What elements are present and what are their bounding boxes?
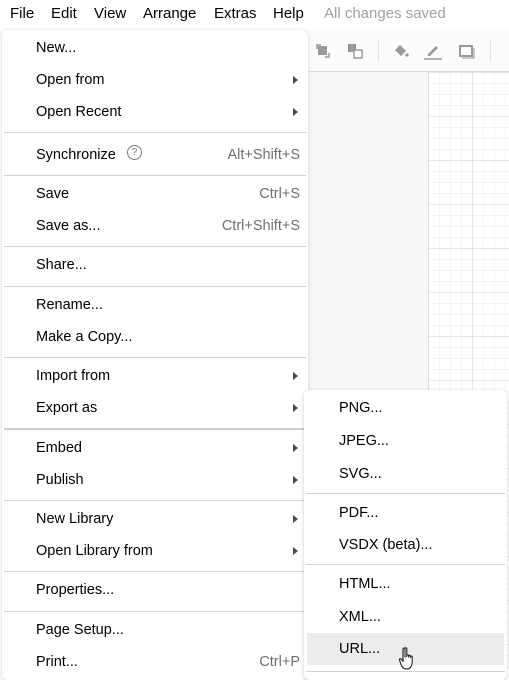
help-icon[interactable]: ? — [127, 145, 142, 160]
export-item-xml[interactable]: XML... — [304, 601, 507, 633]
toolbar-separator — [378, 40, 379, 62]
menu-shortcut: Alt+Shift+S — [227, 147, 300, 163]
submenu-arrow-icon — [293, 108, 298, 116]
line-color-icon[interactable] — [424, 42, 446, 60]
menu-item-new[interactable]: New... — [2, 32, 308, 64]
submenu-arrow-icon — [293, 76, 298, 84]
menu-item-label: Share... — [36, 257, 87, 273]
menu-item-synchronize[interactable]: Synchronize? Alt+Shift+S — [2, 139, 308, 171]
submenu-arrow-icon — [293, 476, 298, 484]
menu-item-label: PDF... — [339, 505, 379, 521]
menu-item-embed[interactable]: Embed — [2, 432, 308, 464]
submenu-arrow-icon — [293, 372, 298, 380]
menu-item-label: Print... — [36, 654, 78, 670]
menu-shortcut: Ctrl+P — [259, 654, 300, 670]
menubar: File Edit View Arrange Extras Help All c… — [0, 0, 509, 28]
save-status: All changes saved — [324, 5, 446, 22]
export-item-jpeg[interactable]: JPEG... — [304, 425, 507, 457]
menu-item-label: URL... — [339, 641, 381, 657]
menu-item-page-setup[interactable]: Page Setup... — [2, 614, 308, 646]
file-menu: New... Open from Open Recent Synchronize… — [2, 30, 308, 680]
menu-separator — [306, 493, 505, 494]
submenu-arrow-icon — [293, 547, 298, 555]
menu-item-label: Import from — [36, 368, 111, 384]
menu-item-save-as[interactable]: Save as... Ctrl+Shift+S — [2, 210, 308, 242]
menu-separator — [4, 246, 306, 247]
menu-item-label: Publish — [36, 472, 84, 488]
export-item-pdf[interactable]: PDF... — [304, 497, 507, 529]
menu-item-label: New... — [36, 40, 77, 56]
menu-separator — [4, 132, 306, 133]
menu-item-label: Open Recent — [36, 104, 122, 120]
menu-arrange[interactable]: Arrange — [143, 5, 196, 22]
menu-item-label: Properties... — [36, 582, 115, 598]
export-submenu: PNG... JPEG... SVG... PDF... VSDX (beta)… — [304, 390, 507, 680]
to-front-icon[interactable] — [314, 42, 332, 60]
toolbar-separator — [490, 40, 491, 62]
menu-item-label: SVG... — [339, 466, 382, 482]
export-item-svg[interactable]: SVG... — [304, 458, 507, 490]
to-back-icon[interactable] — [346, 42, 364, 60]
toolbar — [300, 30, 509, 72]
menu-item-rename[interactable]: Rename... — [2, 289, 308, 321]
menu-item-label: XML... — [339, 609, 381, 625]
menu-item-label: Synchronize — [36, 147, 116, 163]
menu-item-print[interactable]: Print... Ctrl+P — [2, 646, 308, 678]
menu-item-label: Open Library from — [36, 543, 153, 559]
menu-item-label: HTML... — [339, 576, 391, 592]
menu-view[interactable]: View — [94, 5, 126, 22]
fill-color-icon[interactable] — [392, 42, 410, 60]
menu-separator — [4, 428, 306, 430]
export-item-png[interactable]: PNG... — [304, 392, 507, 424]
menu-separator — [4, 571, 306, 572]
menu-separator — [4, 357, 306, 358]
submenu-arrow-icon — [293, 444, 298, 452]
menu-separator — [4, 286, 306, 287]
menu-item-label: Rename... — [36, 297, 103, 313]
menu-item-open-from[interactable]: Open from — [2, 64, 308, 96]
menu-item-open-library-from[interactable]: Open Library from — [2, 535, 308, 567]
menu-item-label: Page Setup... — [36, 622, 124, 638]
menu-item-open-recent[interactable]: Open Recent — [2, 96, 308, 128]
menu-item-export-as[interactable]: Export as — [2, 392, 308, 424]
menu-separator — [306, 564, 505, 565]
menu-item-new-library[interactable]: New Library — [2, 503, 308, 535]
menu-item-label: VSDX (beta)... — [339, 537, 433, 553]
menu-item-label: Embed — [36, 440, 82, 456]
menu-edit[interactable]: Edit — [51, 5, 77, 22]
menu-item-label: Save as... — [36, 218, 101, 234]
menu-item-publish[interactable]: Publish — [2, 464, 308, 496]
submenu-arrow-icon — [293, 515, 298, 523]
shadow-icon[interactable] — [458, 42, 476, 60]
menu-item-label: New Library — [36, 511, 114, 527]
export-item-html[interactable]: HTML... — [304, 568, 507, 600]
menu-shortcut: Ctrl+Shift+S — [221, 218, 300, 234]
menu-item-make-copy[interactable]: Make a Copy... — [2, 321, 308, 353]
menu-item-label: PNG... — [339, 400, 383, 416]
menu-separator — [4, 175, 306, 176]
menu-shortcut: Ctrl+S — [259, 186, 300, 202]
menu-item-label: Open from — [36, 72, 105, 88]
menu-item-label: Make a Copy... — [36, 329, 133, 345]
menu-item-label: Save — [36, 186, 70, 202]
menu-item-label: Export as — [36, 400, 98, 416]
export-item-vsdx[interactable]: VSDX (beta)... — [304, 529, 507, 561]
menu-item-share[interactable]: Share... — [2, 249, 308, 281]
menu-item-import-from[interactable]: Import from — [2, 360, 308, 392]
menu-item-properties[interactable]: Properties... — [2, 574, 308, 606]
menu-help[interactable]: Help — [273, 5, 304, 22]
menu-item-label: JPEG... — [339, 433, 389, 449]
hand-pointer-cursor-icon — [398, 646, 420, 672]
menu-item-save[interactable]: Save Ctrl+S — [2, 178, 308, 210]
menu-extras[interactable]: Extras — [214, 5, 257, 22]
submenu-arrow-icon — [293, 404, 298, 412]
menu-separator — [4, 500, 306, 501]
menu-separator — [4, 611, 306, 612]
menu-file[interactable]: File — [10, 5, 34, 22]
